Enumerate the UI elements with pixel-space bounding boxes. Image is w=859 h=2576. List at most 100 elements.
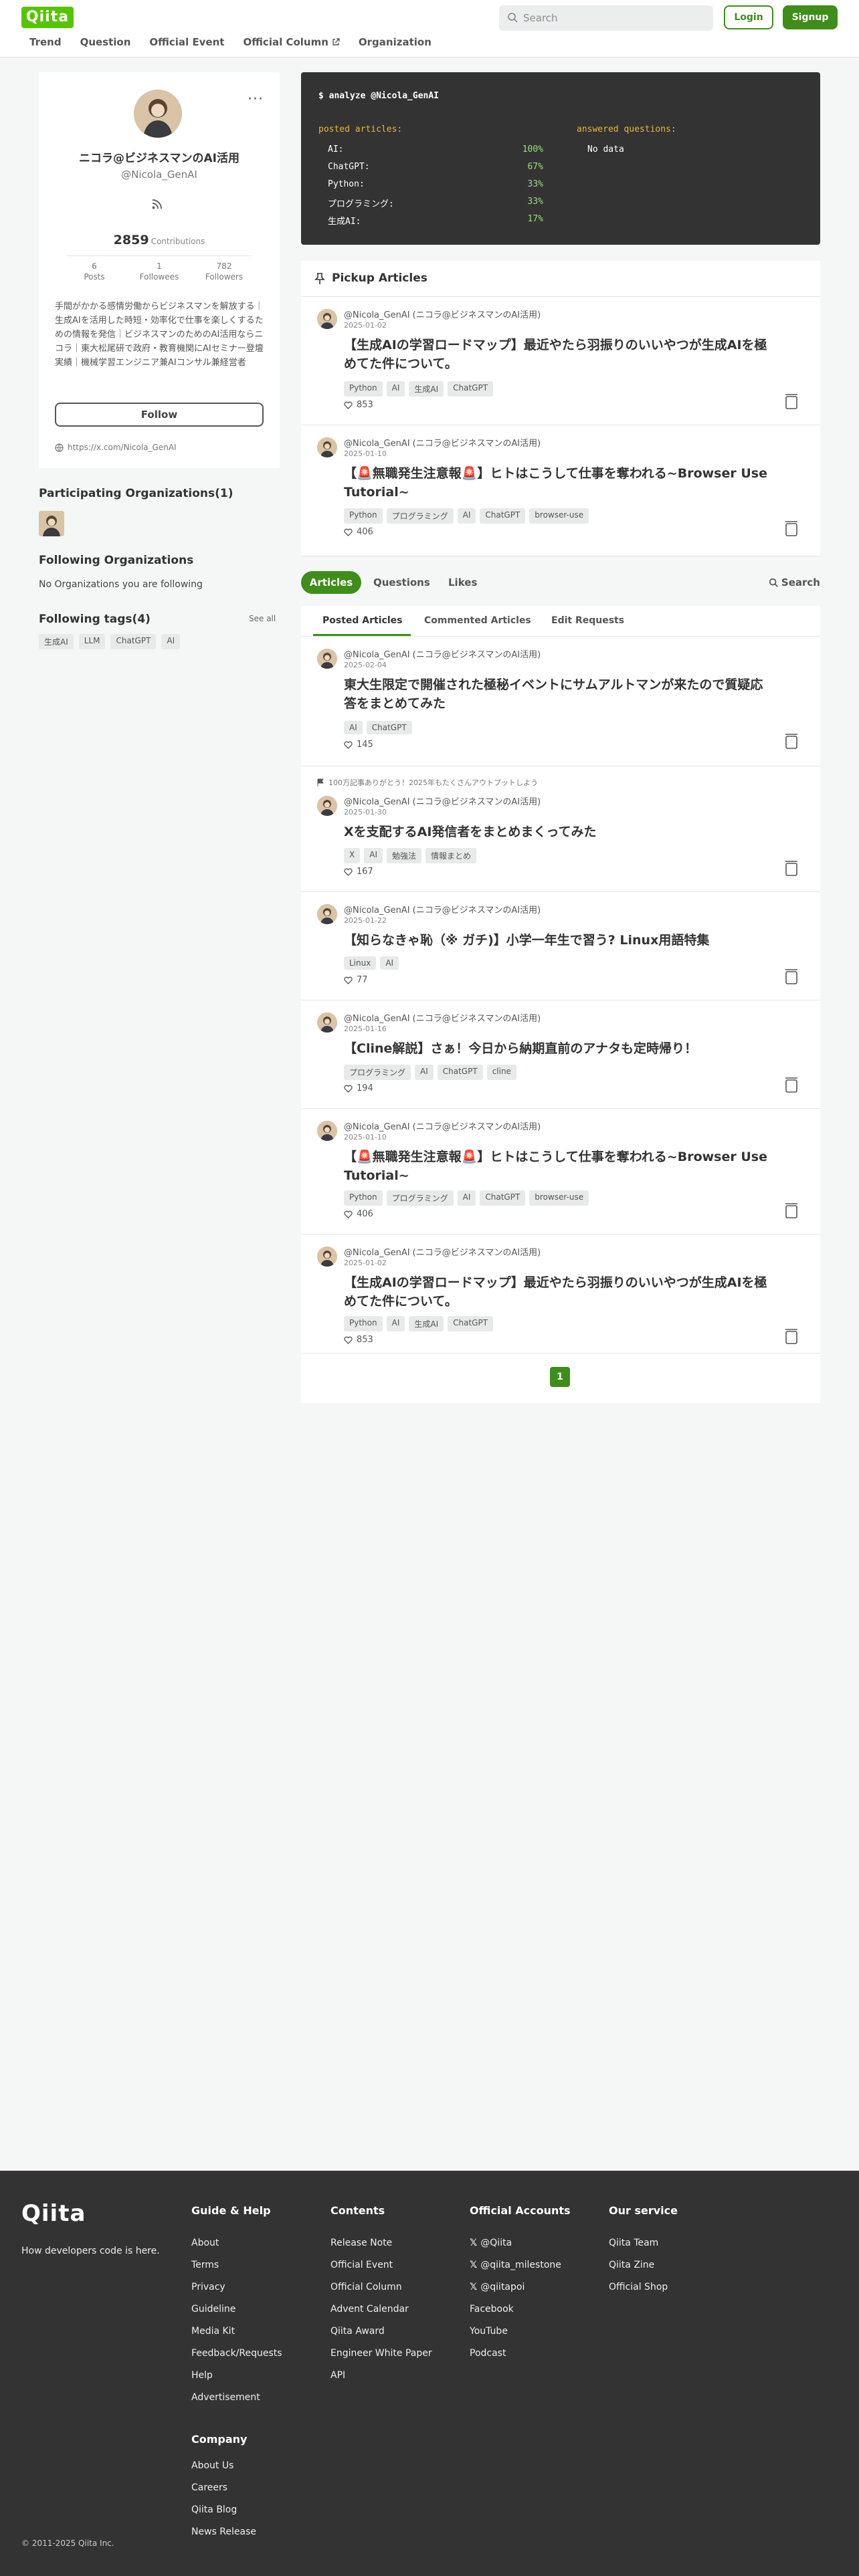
tag[interactable]: ChatGPT <box>110 634 157 649</box>
author-avatar[interactable] <box>317 309 337 329</box>
tag[interactable]: LLM <box>78 634 106 649</box>
footer-link[interactable]: Guideline <box>191 2298 282 2320</box>
tag[interactable]: Python <box>344 381 383 397</box>
see-all-link[interactable]: See all <box>249 614 276 623</box>
article-title[interactable]: 【🚨無職発生注意報🚨】ヒトはこうして仕事を奪われる~Browser Use Tu… <box>344 1148 772 1185</box>
footer-link[interactable]: Podcast <box>470 2342 571 2364</box>
article-title[interactable]: 【知らなきゃ恥（※ ガチ)】小学一年生で習う? Linux用語特集 <box>344 931 772 950</box>
author-avatar[interactable] <box>317 1012 337 1033</box>
article-title[interactable]: 東大生限定で開催された極秘イベントにサムアルトマンが来たので質疑応答をまとめてみ… <box>344 675 772 713</box>
stock-icon[interactable] <box>784 860 799 879</box>
tag[interactable]: ChatGPT <box>448 381 494 397</box>
article-author[interactable]: @Nicola_GenAI (ニコラ@ビジネスマンのAI活用) <box>344 1119 541 1132</box>
article-author[interactable]: @Nicola_GenAI (ニコラ@ビジネスマンのAI活用) <box>344 1011 541 1024</box>
footer-link[interactable]: 𝕏 @qiita_milestone <box>470 2254 571 2276</box>
footer-link[interactable]: YouTube <box>470 2320 571 2342</box>
footer-link[interactable]: About <box>191 2232 282 2254</box>
footer-link[interactable]: Advent Calendar <box>330 2298 432 2320</box>
pickup-article[interactable]: @Nicola_GenAI (ニコラ@ビジネスマンのAI活用) 2025-01-… <box>301 425 820 556</box>
footer-logo[interactable]: Qiita <box>21 2200 86 2227</box>
nav-organization[interactable]: Organization <box>359 36 432 48</box>
footer-link[interactable]: Qiita Zine <box>609 2254 678 2276</box>
tab-articles[interactable]: Articles <box>301 571 361 594</box>
article-author[interactable]: @Nicola_GenAI (ニコラ@ビジネスマンのAI活用) <box>344 436 541 449</box>
footer-link[interactable]: Privacy <box>191 2276 282 2298</box>
subtab-commented-articles[interactable]: Commented Articles <box>424 615 531 626</box>
tag[interactable]: ChatGPT <box>448 1316 494 1331</box>
footer-link[interactable]: API <box>330 2364 432 2386</box>
footer-link[interactable]: Engineer White Paper <box>330 2342 432 2364</box>
tab-questions[interactable]: Questions <box>373 571 430 594</box>
footer-link[interactable]: News Release <box>191 2527 256 2549</box>
footer-link[interactable]: About Us <box>191 2460 256 2482</box>
tag[interactable]: cline <box>486 1065 516 1080</box>
footer-link[interactable]: Qiita Award <box>330 2320 432 2342</box>
stock-icon[interactable] <box>784 1202 799 1221</box>
nav-question[interactable]: Question <box>80 36 131 48</box>
footer-link[interactable]: Facebook <box>470 2298 571 2320</box>
tag[interactable]: 生成AI <box>39 634 74 649</box>
stock-icon[interactable] <box>784 733 799 752</box>
author-avatar[interactable] <box>317 1121 337 1141</box>
tag[interactable]: 勉強法 <box>386 848 421 863</box>
article-item[interactable]: @Nicola_GenAI (ニコラ@ビジネスマンのAI活用) 2025-01-… <box>301 892 820 1000</box>
article-title[interactable]: 【🚨無職発生注意報🚨】ヒトはこうして仕事を奪われる~Browser Use Tu… <box>344 464 772 502</box>
article-title[interactable]: 【生成AIの学習ロードマップ】最近やたら羽振りのいいやつが生成AIを極めてた件に… <box>344 336 772 373</box>
footer-link[interactable]: Feedback/Requests <box>191 2342 282 2364</box>
tag[interactable]: Python <box>344 1316 383 1331</box>
tag[interactable]: AI <box>457 1190 476 1206</box>
footer-link[interactable]: 𝕏 @Qiita <box>470 2232 571 2254</box>
signup-button[interactable]: Signup <box>783 5 838 29</box>
more-options-icon[interactable]: ··· <box>248 91 264 108</box>
nav-official-event[interactable]: Official Event <box>149 36 224 48</box>
article-author[interactable]: @Nicola_GenAI (ニコラ@ビジネスマンのAI活用) <box>344 794 541 807</box>
stock-icon[interactable] <box>784 520 799 539</box>
article-title[interactable]: 【生成AIの学習ロードマップ】最近やたら羽振りのいいやつが生成AIを極めてた件に… <box>344 1273 772 1311</box>
subtab-edit-requests[interactable]: Edit Requests <box>551 615 624 626</box>
tag[interactable]: AI <box>344 721 363 734</box>
tag[interactable]: 情報まとめ <box>425 848 477 863</box>
article-item[interactable]: @Nicola_GenAI (ニコラ@ビジネスマンのAI活用) 2025-01-… <box>301 1235 820 1354</box>
org-avatar[interactable] <box>39 511 64 536</box>
tag[interactable]: Python <box>344 1190 383 1206</box>
article-author[interactable]: @Nicola_GenAI (ニコラ@ビジネスマンのAI活用) <box>344 308 541 320</box>
tag[interactable]: AI <box>161 634 181 649</box>
tag[interactable]: ChatGPT <box>480 508 526 524</box>
pickup-article[interactable]: @Nicola_GenAI (ニコラ@ビジネスマンのAI活用) 2025-01-… <box>301 297 820 425</box>
stock-icon[interactable] <box>784 1328 799 1347</box>
tag[interactable]: browser-use <box>529 508 589 524</box>
login-button[interactable]: Login <box>724 5 773 29</box>
article-item[interactable]: 100万記事ありがとう！2025年もたくさんアウトプットしよう @Nicola_… <box>301 766 820 892</box>
footer-link[interactable]: Release Note <box>330 2232 432 2254</box>
article-item[interactable]: @Nicola_GenAI (ニコラ@ビジネスマンのAI活用) 2025-01-… <box>301 1109 820 1235</box>
subtab-posted-articles[interactable]: Posted Articles <box>322 615 402 626</box>
stock-icon[interactable] <box>784 968 799 987</box>
tag[interactable]: AI <box>364 848 383 863</box>
tab-likes[interactable]: Likes <box>448 571 477 594</box>
footer-link[interactable]: Terms <box>191 2254 282 2276</box>
footer-link[interactable]: Careers <box>191 2482 256 2504</box>
tag[interactable]: browser-use <box>529 1190 589 1206</box>
tag[interactable]: X <box>344 848 361 863</box>
article-title[interactable]: Xを支配するAI発信者をまとめまくってみた <box>344 823 772 841</box>
tag[interactable]: AI <box>386 381 405 397</box>
footer-link[interactable]: Qiita Team <box>609 2232 678 2254</box>
stock-icon[interactable] <box>784 393 799 412</box>
x-profile-link[interactable]: https://x.com/Nicola_GenAI <box>55 443 177 452</box>
stat-posts[interactable]: 6 Posts <box>64 261 124 282</box>
stat-followers[interactable]: 782 Followers <box>194 261 254 282</box>
tag[interactable]: 生成AI <box>409 381 444 397</box>
tag[interactable]: 生成AI <box>409 1316 444 1331</box>
author-avatar[interactable] <box>317 1247 337 1267</box>
tab-search[interactable]: Search <box>769 571 820 594</box>
footer-link[interactable]: 𝕏 @qiitapoi <box>470 2276 571 2298</box>
qiita-logo[interactable]: Qiita <box>21 7 74 28</box>
footer-link[interactable]: Official Shop <box>609 2276 678 2298</box>
tag[interactable]: Linux <box>344 956 377 970</box>
author-avatar[interactable] <box>317 796 337 816</box>
article-item[interactable]: @Nicola_GenAI (ニコラ@ビジネスマンのAI活用) 2025-02-… <box>301 637 820 766</box>
search-input[interactable]: Search <box>499 5 713 31</box>
author-avatar[interactable] <box>317 649 337 669</box>
article-title[interactable]: 【Cline解説】さぁ！今日から納期直前のアナタも定時帰り！ <box>344 1039 772 1058</box>
nav-trend[interactable]: Trend <box>29 36 62 48</box>
